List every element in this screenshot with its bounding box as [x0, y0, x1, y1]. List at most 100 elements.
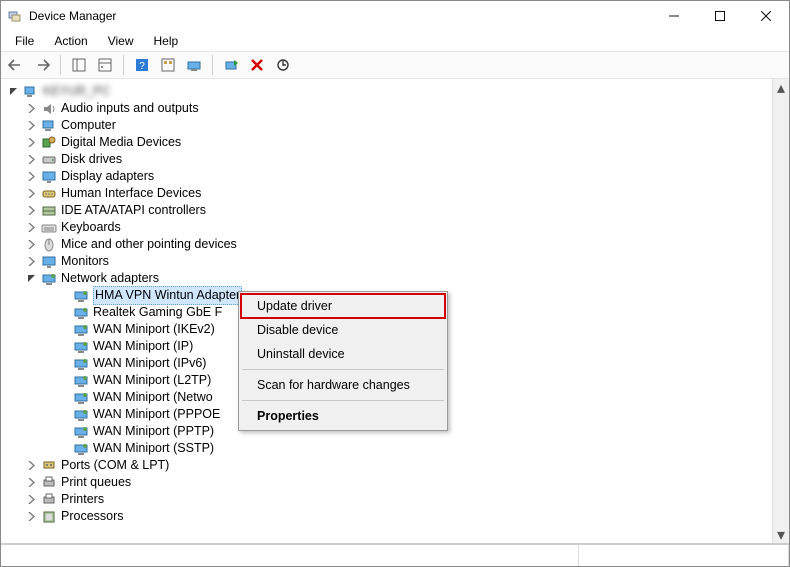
- ctx-separator: [242, 369, 444, 370]
- titlebar: Device Manager: [1, 1, 789, 31]
- tree-root[interactable]: KEYUR_PC: [7, 83, 772, 100]
- ctx-disable-device[interactable]: Disable device: [241, 318, 445, 342]
- expand-icon[interactable]: [25, 494, 37, 506]
- scan-hardware-button[interactable]: [272, 54, 294, 76]
- expand-icon[interactable]: [25, 154, 37, 166]
- close-button[interactable]: [743, 1, 789, 31]
- ctx-separator: [242, 400, 444, 401]
- tree-item-label: Audio inputs and outputs: [61, 100, 199, 117]
- ide-icon: [41, 203, 57, 219]
- twisty-spacer: [57, 409, 69, 421]
- tree-category[interactable]: Keyboards: [7, 219, 772, 236]
- app-icon: [7, 8, 23, 24]
- expand-icon[interactable]: [25, 137, 37, 149]
- expand-icon[interactable]: [25, 256, 37, 268]
- twisty-spacer: [57, 290, 69, 302]
- twisty-spacer: [57, 341, 69, 353]
- port-icon: [41, 458, 57, 474]
- tree-item-label: Ports (COM & LPT): [61, 457, 169, 474]
- tree-category[interactable]: Ports (COM & LPT): [7, 457, 772, 474]
- toolbar: ?: [1, 51, 789, 79]
- print-icon: [41, 492, 57, 508]
- back-button[interactable]: [5, 54, 27, 76]
- expand-icon[interactable]: [25, 120, 37, 132]
- expand-icon[interactable]: [25, 171, 37, 183]
- svg-text:?: ?: [139, 61, 145, 72]
- twisty-spacer: [57, 358, 69, 370]
- expand-icon[interactable]: [25, 222, 37, 234]
- expand-icon[interactable]: [25, 239, 37, 251]
- tree-category[interactable]: Human Interface Devices: [7, 185, 772, 202]
- expand-icon[interactable]: [25, 103, 37, 115]
- tree-item-label: Realtek Gaming GbE F: [93, 304, 222, 321]
- collapse-icon[interactable]: [7, 86, 19, 98]
- menu-view[interactable]: View: [98, 32, 144, 50]
- media-icon: [41, 135, 57, 151]
- expand-icon[interactable]: [25, 188, 37, 200]
- tree-category[interactable]: Monitors: [7, 253, 772, 270]
- scroll-up-button[interactable]: ▴: [773, 79, 789, 96]
- statusbar: [1, 544, 789, 566]
- network-icon: [73, 305, 89, 321]
- window-controls: [651, 1, 789, 31]
- update-driver-button[interactable]: [220, 54, 242, 76]
- expand-icon[interactable]: [25, 477, 37, 489]
- network-icon: [41, 271, 57, 287]
- tree-category[interactable]: Computer: [7, 117, 772, 134]
- maximize-button[interactable]: [697, 1, 743, 31]
- tree-item-label: Keyboards: [61, 219, 121, 236]
- forward-button[interactable]: [31, 54, 53, 76]
- ctx-uninstall-device[interactable]: Uninstall device: [241, 342, 445, 366]
- tree-item-label: Digital Media Devices: [61, 134, 181, 151]
- tree-item-label: Print queues: [61, 474, 131, 491]
- collapse-icon[interactable]: [25, 273, 37, 285]
- expand-icon[interactable]: [25, 205, 37, 217]
- uninstall-button[interactable]: [246, 54, 268, 76]
- tree-category[interactable]: Display adapters: [7, 168, 772, 185]
- network-icon: [73, 407, 89, 423]
- tree-item-label: WAN Miniport (IKEv2): [93, 321, 215, 338]
- body-area: KEYUR_PCAudio inputs and outputsComputer…: [1, 79, 789, 544]
- view-by-connection-button[interactable]: [183, 54, 205, 76]
- show-hide-tree-button[interactable]: [68, 54, 90, 76]
- tree-category[interactable]: Printers: [7, 491, 772, 508]
- tree-category[interactable]: Mice and other pointing devices: [7, 236, 772, 253]
- scroll-down-button[interactable]: ▾: [773, 526, 789, 543]
- expand-icon[interactable]: [25, 511, 37, 523]
- ctx-update-driver[interactable]: Update driver: [241, 294, 445, 318]
- help-button[interactable]: ?: [131, 54, 153, 76]
- tree-category[interactable]: Disk drives: [7, 151, 772, 168]
- minimize-button[interactable]: [651, 1, 697, 31]
- menu-help[interactable]: Help: [144, 32, 189, 50]
- computer-icon: [41, 118, 57, 134]
- scrollbar[interactable]: ▴ ▾: [772, 79, 789, 543]
- tree-item-label: WAN Miniport (L2TP): [93, 372, 211, 389]
- cpu-icon: [41, 509, 57, 525]
- keyboard-icon: [41, 220, 57, 236]
- device-manager-window: Device Manager File Action View Help ? K…: [0, 0, 790, 567]
- network-icon: [73, 390, 89, 406]
- menu-action[interactable]: Action: [44, 32, 97, 50]
- twisty-spacer: [57, 392, 69, 404]
- tree-category[interactable]: Processors: [7, 508, 772, 525]
- monitor-icon: [41, 254, 57, 270]
- tree-category[interactable]: Digital Media Devices: [7, 134, 772, 151]
- tree-category[interactable]: Audio inputs and outputs: [7, 100, 772, 117]
- tree-category[interactable]: Print queues: [7, 474, 772, 491]
- menu-file[interactable]: File: [5, 32, 44, 50]
- view-by-type-button[interactable]: [157, 54, 179, 76]
- ctx-properties[interactable]: Properties: [241, 404, 445, 428]
- tree-device[interactable]: WAN Miniport (SSTP): [7, 440, 772, 457]
- twisty-spacer: [57, 443, 69, 455]
- tree-item-label: WAN Miniport (Netwo: [93, 389, 213, 406]
- network-icon: [73, 339, 89, 355]
- tree-category[interactable]: Network adapters: [7, 270, 772, 287]
- context-menu: Update driver Disable device Uninstall d…: [238, 291, 448, 431]
- properties-button[interactable]: [94, 54, 116, 76]
- expand-icon[interactable]: [25, 460, 37, 472]
- tree-item-label: WAN Miniport (SSTP): [93, 440, 214, 457]
- network-icon: [73, 373, 89, 389]
- ctx-scan-hardware[interactable]: Scan for hardware changes: [241, 373, 445, 397]
- pc-icon: [23, 84, 39, 100]
- tree-category[interactable]: IDE ATA/ATAPI controllers: [7, 202, 772, 219]
